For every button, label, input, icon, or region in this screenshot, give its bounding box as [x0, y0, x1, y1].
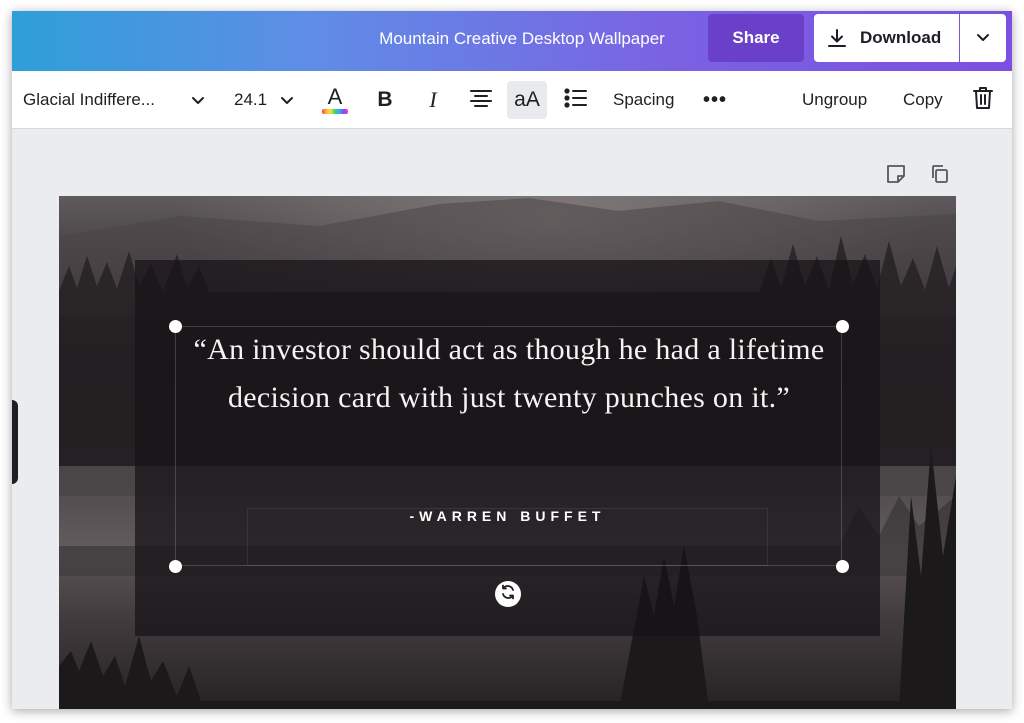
download-options-button[interactable]	[960, 14, 1006, 62]
resize-handle-top-left[interactable]	[169, 320, 182, 333]
resize-handle-bottom-left[interactable]	[169, 560, 182, 573]
spacing-button[interactable]: Spacing	[613, 71, 683, 129]
ungroup-button[interactable]: Ungroup	[802, 71, 882, 129]
font-size-input[interactable]: 24.1	[234, 71, 270, 129]
duplicate-page-icon[interactable]	[929, 163, 951, 185]
author-text[interactable]: -WARREN BUFFET	[247, 508, 768, 524]
bold-button[interactable]: B	[372, 71, 398, 129]
text-toolbar: Glacial Indiffere... 24.1 A B I aA Spaci…	[12, 71, 1012, 129]
share-button[interactable]: Share	[708, 14, 804, 62]
rotate-icon	[500, 584, 516, 605]
chevron-down-icon[interactable]	[188, 71, 208, 129]
bullet-list-button[interactable]	[563, 71, 589, 129]
document-title[interactable]: Mountain Creative Desktop Wallpaper	[352, 11, 692, 67]
sticky-note-icon[interactable]	[885, 163, 907, 185]
color-rainbow-bar	[322, 108, 348, 114]
chevron-down-icon	[976, 29, 990, 47]
design-page[interactable]: “An investor should act as though he had…	[59, 196, 956, 709]
bullet-list-icon	[564, 87, 588, 113]
align-center-button[interactable]	[467, 71, 495, 129]
download-icon	[826, 27, 848, 49]
text-color-button[interactable]: A	[320, 71, 350, 129]
copy-button[interactable]: Copy	[903, 71, 949, 129]
resize-handle-top-right[interactable]	[836, 320, 849, 333]
text-color-letter: A	[327, 83, 343, 109]
download-button[interactable]: Download	[814, 14, 959, 62]
top-bar: Mountain Creative Desktop Wallpaper Shar…	[12, 11, 1012, 71]
download-label: Download	[860, 28, 942, 47]
align-center-icon	[469, 88, 493, 113]
canvas-area: “An investor should act as though he had…	[12, 130, 1012, 709]
delete-button[interactable]	[971, 71, 995, 129]
editor-window: Mountain Creative Desktop Wallpaper Shar…	[12, 11, 1012, 709]
letter-case-button[interactable]: aA	[507, 81, 547, 119]
font-family-dropdown[interactable]: Glacial Indiffere...	[23, 71, 185, 129]
trash-icon	[973, 86, 993, 115]
quote-text[interactable]: “An investor should act as though he had…	[189, 326, 829, 422]
italic-button[interactable]: I	[420, 71, 446, 129]
side-panel-handle[interactable]	[12, 400, 18, 484]
more-options-button[interactable]: •••	[702, 71, 728, 129]
rotate-handle[interactable]	[495, 581, 521, 607]
chevron-down-icon[interactable]	[277, 71, 297, 129]
resize-handle-bottom-right[interactable]	[836, 560, 849, 573]
